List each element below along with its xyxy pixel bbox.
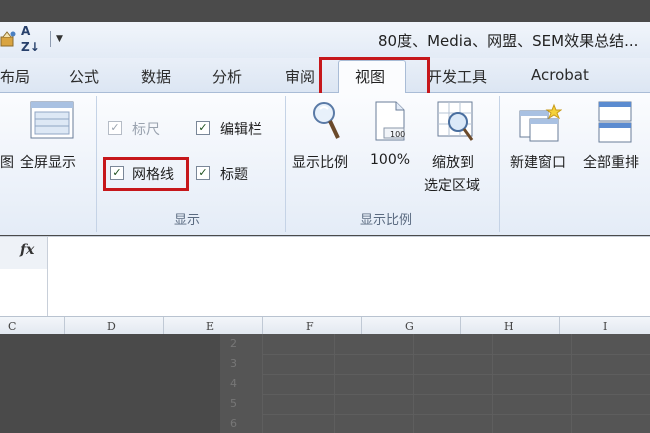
column-divider[interactable] <box>163 317 164 334</box>
zoom-selection-label-1[interactable]: 缩放到 <box>432 152 474 172</box>
new-window-label[interactable]: 新建窗口 <box>510 152 566 172</box>
zoom-label[interactable]: 显示比例 <box>292 152 348 172</box>
headings-label: 标题 <box>220 167 248 183</box>
row-header[interactable]: 4 <box>230 377 237 390</box>
tab-data[interactable]: 数据 <box>141 66 171 87</box>
formula-bar-label: 编辑栏 <box>220 122 262 138</box>
grid-line <box>262 394 650 395</box>
highlight-view-tab <box>319 57 430 97</box>
column-header[interactable]: I <box>603 320 607 333</box>
column-header[interactable]: H <box>504 320 514 333</box>
column-divider[interactable] <box>262 317 263 334</box>
row-header[interactable]: 2 <box>230 337 237 350</box>
column-header[interactable]: F <box>306 320 314 333</box>
grid-line <box>262 354 650 355</box>
tab-analysis[interactable]: 分析 <box>212 66 242 87</box>
column-divider[interactable] <box>64 317 65 334</box>
insert-function-icon[interactable]: fx <box>20 242 34 258</box>
toolbar-dropdown-icon[interactable]: ▼ <box>56 34 63 44</box>
tab-acrobat[interactable]: Acrobat <box>531 66 589 84</box>
formula-bar-checkbox[interactable]: ✓ <box>196 121 210 135</box>
group-separator <box>499 96 500 232</box>
page-view-label[interactable]: 图 <box>0 152 14 172</box>
customize-toolbar-icon[interactable] <box>0 31 16 47</box>
tab-review[interactable]: 审阅 <box>285 66 315 87</box>
row-header[interactable]: 6 <box>230 417 237 430</box>
ruler-checkbox[interactable]: ✓ <box>108 121 122 135</box>
toolbar-separator <box>50 31 51 47</box>
row-header[interactable]: 3 <box>230 357 237 370</box>
headings-checkbox[interactable]: ✓ <box>196 166 210 180</box>
zoom-selection-label-2[interactable]: 选定区域 <box>424 175 480 195</box>
column-divider[interactable] <box>361 317 362 334</box>
group-separator <box>285 96 286 232</box>
highlight-gridlines <box>103 157 189 191</box>
window-title: 80度、Media、网盟、SEM效果总结... <box>378 32 639 50</box>
formula-bar[interactable] <box>0 236 650 317</box>
column-header[interactable]: E <box>206 320 214 333</box>
grid-line <box>571 334 572 433</box>
fullscreen-label[interactable]: 全屏显示 <box>20 152 76 172</box>
grid-line <box>334 334 335 433</box>
column-divider[interactable] <box>559 317 560 334</box>
ruler-label: 标尺 <box>132 122 160 138</box>
group-separator <box>96 96 97 232</box>
magnifier-icon[interactable] <box>311 100 341 146</box>
top-dark-strip <box>0 0 650 22</box>
row-header[interactable]: 5 <box>230 397 237 410</box>
column-header-row <box>0 316 650 336</box>
zoom-100-icon-text: 100 <box>390 130 406 139</box>
zoom-100-label[interactable]: 100% <box>370 152 410 168</box>
tab-layout[interactable]: 布局 <box>0 66 30 87</box>
zoom-group-label: 显示比例 <box>360 213 413 228</box>
column-header[interactable]: C <box>8 320 16 333</box>
grid-line <box>492 334 493 433</box>
sort-ascending-icon[interactable]: A Z↓ <box>21 23 45 55</box>
grid-line <box>262 414 650 415</box>
grid-line <box>413 334 414 433</box>
column-header[interactable]: G <box>405 320 414 333</box>
sheet-grid-dimmed <box>220 334 650 433</box>
fullscreen-icon[interactable] <box>30 101 74 143</box>
formula-bar-left-panel <box>0 269 48 316</box>
column-divider[interactable] <box>460 317 461 334</box>
grid-line <box>262 334 263 433</box>
arrange-all-icon[interactable] <box>597 100 633 148</box>
quick-access-toolbar: A Z↓ ▼ <box>0 24 63 54</box>
column-header[interactable]: D <box>107 320 116 333</box>
zoom-100-icon[interactable] <box>374 100 408 146</box>
zoom-to-selection-icon[interactable] <box>436 100 476 148</box>
arrange-all-label[interactable]: 全部重排 <box>583 152 639 172</box>
tab-formulas[interactable]: 公式 <box>69 66 99 87</box>
tab-developer[interactable]: 开发工具 <box>427 66 487 87</box>
show-group-label: 显示 <box>174 213 201 228</box>
new-window-icon[interactable] <box>518 103 563 147</box>
grid-line <box>262 374 650 375</box>
